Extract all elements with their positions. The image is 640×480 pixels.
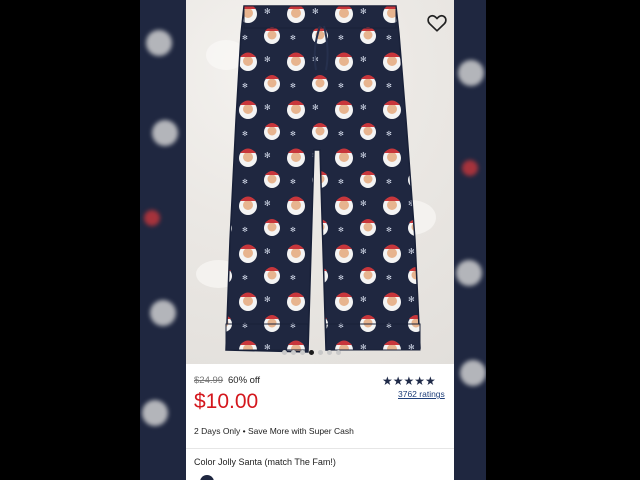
color-swatch[interactable] (200, 475, 214, 480)
carousel-dot[interactable] (327, 350, 332, 355)
carousel-dot-active[interactable] (309, 350, 314, 355)
sale-price: $10.00 (194, 390, 259, 413)
carousel-dot[interactable] (282, 350, 287, 355)
original-price: $24.99 (194, 375, 224, 386)
pajama-pants-image: ✻ ✻ (225, 5, 421, 353)
background-blur-left (140, 0, 186, 480)
promo-text: 2 Days Only • Save More with Super Cash (194, 426, 354, 436)
divider (186, 448, 454, 449)
background-blur-right (454, 0, 486, 480)
product-image-carousel[interactable]: ✻ ✻ (186, 0, 454, 364)
discount-badge: 60% off (228, 375, 261, 386)
carousel-dot[interactable] (318, 350, 323, 355)
ratings-count-link[interactable]: 3762 ratings (398, 389, 445, 399)
product-info: $24.99 60% off $10.00 ★★★★★ 3762 ratings… (186, 364, 454, 480)
carousel-dot[interactable] (291, 350, 296, 355)
star-rating-icon: ★★★★★ (382, 374, 436, 388)
product-card: ✻ ✻ $24.99 60% off $10.00 (186, 0, 454, 480)
carousel-dot[interactable] (336, 350, 341, 355)
color-label: Color Jolly Santa (match The Fam!) (194, 457, 336, 467)
heart-outline-icon[interactable] (426, 12, 448, 34)
carousel-dot[interactable] (300, 350, 305, 355)
carousel-dots (282, 350, 341, 355)
